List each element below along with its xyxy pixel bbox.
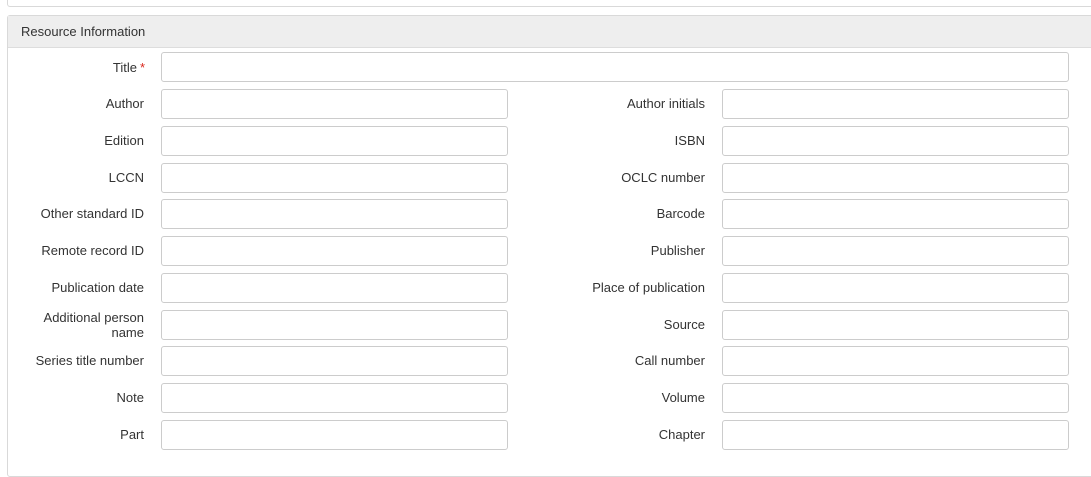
- barcode-input[interactable]: [722, 199, 1069, 229]
- oclc-number-input[interactable]: [722, 163, 1069, 193]
- call-number-label: Call number: [634, 353, 705, 368]
- part-input[interactable]: [161, 420, 508, 450]
- chapter-label: Chapter: [658, 427, 705, 442]
- call-number-input[interactable]: [722, 346, 1069, 376]
- place-of-publication-input[interactable]: [722, 273, 1069, 303]
- lccn-label: LCCN: [108, 170, 144, 185]
- barcode-label: Barcode: [656, 206, 705, 221]
- publication-date-label: Publication date: [51, 280, 144, 295]
- remote-record-id-label: Remote record ID: [41, 243, 144, 258]
- isbn-input[interactable]: [722, 126, 1069, 156]
- title-label-text: Title: [112, 60, 137, 75]
- additional-person-name-label: Additional person name: [43, 310, 144, 340]
- place-of-publication-label: Place of publication: [592, 280, 705, 295]
- author-input[interactable]: [161, 89, 508, 119]
- publisher-input[interactable]: [722, 236, 1069, 266]
- other-standard-id-label: Other standard ID: [40, 206, 144, 221]
- remote-record-id-input[interactable]: [161, 236, 508, 266]
- publisher-label: Publisher: [650, 243, 705, 258]
- lccn-input[interactable]: [161, 163, 508, 193]
- oclc-number-label: OCLC number: [621, 170, 705, 185]
- source-label: Source: [663, 317, 705, 332]
- title-input[interactable]: [161, 52, 1069, 82]
- series-title-number-input[interactable]: [161, 346, 508, 376]
- edition-input[interactable]: [161, 126, 508, 156]
- note-input[interactable]: [161, 383, 508, 413]
- source-input[interactable]: [722, 310, 1069, 340]
- author-label: Author: [105, 96, 144, 111]
- volume-input[interactable]: [722, 383, 1069, 413]
- volume-label: Volume: [661, 390, 705, 405]
- previous-section-panel: [7, 0, 1091, 7]
- author-initials-input[interactable]: [722, 89, 1069, 119]
- author-initials-label: Author initials: [626, 96, 705, 111]
- series-title-number-label: Series title number: [35, 353, 144, 368]
- part-label: Part: [120, 427, 144, 442]
- chapter-input[interactable]: [722, 420, 1069, 450]
- note-label: Note: [116, 390, 144, 405]
- title-label: Title *: [7, 60, 145, 75]
- required-marker: *: [139, 60, 145, 75]
- edition-label: Edition: [104, 133, 144, 148]
- additional-person-name-input[interactable]: [161, 310, 508, 340]
- section-title: Resource Information: [8, 16, 1091, 48]
- isbn-label: ISBN: [674, 133, 705, 148]
- publication-date-input[interactable]: [161, 273, 508, 303]
- other-standard-id-input[interactable]: [161, 199, 508, 229]
